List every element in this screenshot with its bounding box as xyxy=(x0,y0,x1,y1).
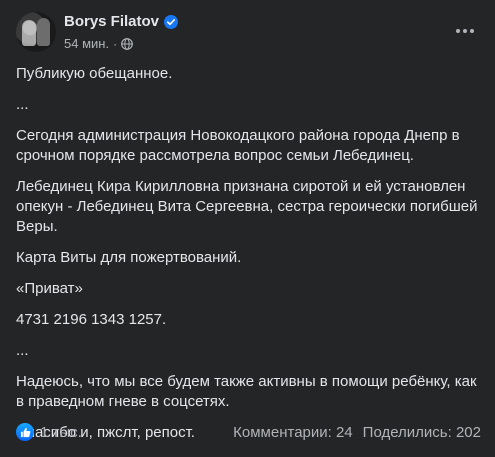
reactions-summary[interactable]: 1 тыс. xyxy=(16,423,82,441)
post-paragraph: Карта Виты для пожертвований. xyxy=(16,249,242,266)
verified-badge-icon xyxy=(164,14,179,29)
author-row: Borys Filatov xyxy=(64,13,179,30)
comments-count-link[interactable]: Комментарии: 24 xyxy=(233,424,353,441)
post-paragraph: ... xyxy=(16,96,29,113)
post-text: Публикую обещанное. ... Сегодня админист… xyxy=(16,64,481,454)
separator-dot: · xyxy=(113,36,118,51)
reactions-count: 1 тыс. xyxy=(40,423,82,441)
post-footer: 1 тыс. Комментарии: 24 Поделились: 202 xyxy=(16,420,481,444)
post-paragraph: 4731 2196 1343 1257. xyxy=(16,311,167,328)
post-paragraph: Публикую обещанное. xyxy=(16,65,173,82)
globe-icon[interactable] xyxy=(121,37,133,50)
post-paragraph: «Приват» xyxy=(16,280,83,297)
more-options-icon[interactable] xyxy=(453,22,477,40)
engagement-stats: Комментарии: 24 Поделились: 202 xyxy=(233,424,481,441)
post-header: Borys Filatov 54 мин. · xyxy=(16,12,481,54)
like-reaction-icon xyxy=(16,423,34,441)
post-paragraph: Сегодня администрация Новокодацкого райо… xyxy=(16,127,460,164)
post-paragraph: ... xyxy=(16,342,29,359)
shares-count-link[interactable]: Поделились: 202 xyxy=(363,424,481,441)
post-timestamp[interactable]: 54 мин. xyxy=(64,36,109,51)
post-meta: 54 мин. · xyxy=(64,36,133,51)
author-name[interactable]: Borys Filatov xyxy=(64,13,159,30)
post-card: Borys Filatov 54 мин. · Публикую обещанн… xyxy=(0,0,495,457)
post-paragraph: Лебединец Кира Кирилловна признана сирот… xyxy=(16,178,478,235)
post-paragraph: Надеюсь, что мы все будем также активны … xyxy=(16,373,477,410)
avatar[interactable] xyxy=(16,12,56,52)
